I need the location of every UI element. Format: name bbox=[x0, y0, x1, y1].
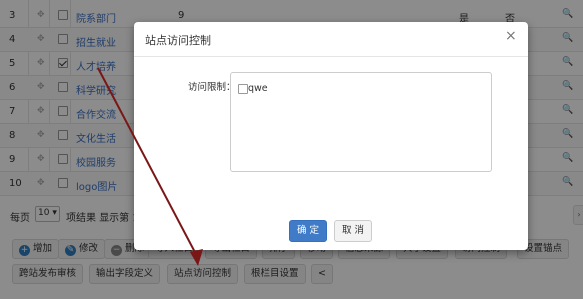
cancel-button[interactable]: 取 消 bbox=[334, 220, 372, 242]
access-option-checkbox[interactable] bbox=[238, 84, 248, 94]
access-option-label[interactable]: qwe bbox=[248, 83, 268, 94]
site-access-control-dialog: 站点访问控制 × 访问限制： qwe 确 定 取 消 bbox=[134, 22, 528, 250]
close-icon[interactable]: × bbox=[505, 28, 517, 44]
access-limit-list: qwe bbox=[230, 72, 492, 172]
dialog-divider bbox=[134, 56, 528, 57]
confirm-button[interactable]: 确 定 bbox=[289, 220, 327, 242]
access-limit-label: 访问限制： bbox=[188, 82, 236, 93]
dialog-title: 站点访问控制 bbox=[145, 34, 211, 47]
